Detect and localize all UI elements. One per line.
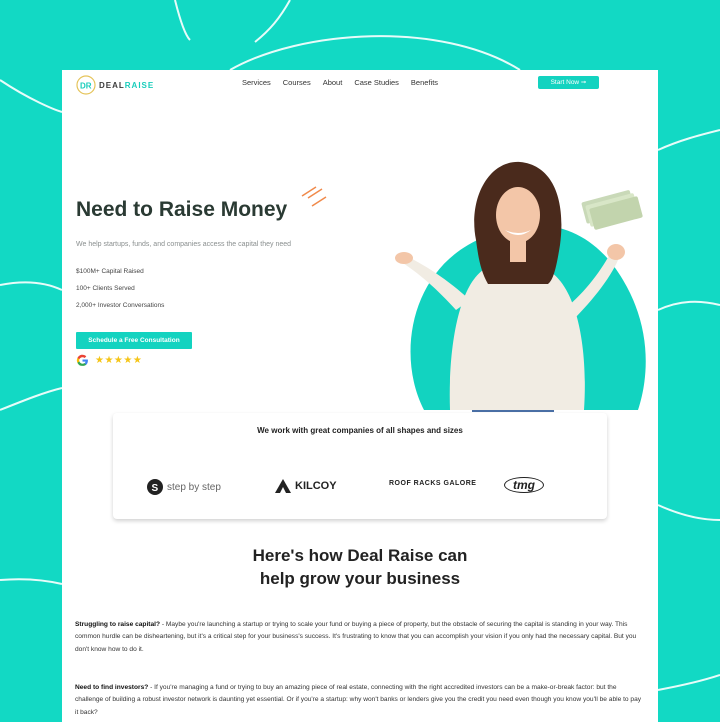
google-rating: ★★★★★ bbox=[76, 354, 142, 367]
google-icon bbox=[76, 354, 88, 366]
stat-investor-conversations: 2,000+ Investor Conversations bbox=[76, 302, 165, 309]
company-logos: S step by step KILCOY ROOF RACKS GALORE … bbox=[113, 475, 607, 499]
stat-capital-raised: $100M+ Capital Raised bbox=[76, 268, 144, 275]
logo-wordmark: DEALRAISE bbox=[99, 80, 155, 90]
hero-stats: $100M+ Capital Raised 100+ Clients Serve… bbox=[76, 268, 164, 319]
nav-case-studies[interactable]: Case Studies bbox=[354, 78, 399, 87]
logo-tmg: tmg bbox=[504, 477, 544, 493]
logo-step-by-step: S step by step bbox=[147, 479, 221, 495]
accent-strokes-icon bbox=[301, 186, 327, 207]
companies-heading: We work with great companies of all shap… bbox=[257, 426, 463, 435]
nav-services[interactable]: Services bbox=[242, 78, 271, 87]
paragraph-body: - If you're managing a fund or trying to… bbox=[75, 684, 642, 716]
kilcoy-icon bbox=[275, 479, 291, 493]
five-star-rating: ★★★★★ bbox=[95, 355, 143, 366]
top-navigation: DR DEALRAISE Services Courses About Case… bbox=[62, 70, 658, 100]
nav-courses[interactable]: Courses bbox=[283, 78, 311, 87]
schedule-consultation-button[interactable]: Schedule a Free Consultation bbox=[76, 332, 192, 349]
paragraph-raise-capital: Struggling to raise capital? - Maybe you… bbox=[75, 619, 645, 656]
svg-text:DR: DR bbox=[80, 82, 92, 91]
logo-kilcoy: KILCOY bbox=[275, 479, 337, 493]
stat-clients-served: 100+ Clients Served bbox=[76, 285, 135, 292]
hero-image bbox=[395, 161, 646, 412]
hero-title: Need to Raise Money bbox=[76, 198, 288, 221]
start-now-button[interactable]: Start Now ➞ bbox=[538, 76, 599, 89]
paragraph-body: - Maybe you're launching a startup or tr… bbox=[75, 621, 637, 653]
paragraph-heading: Struggling to raise capital? bbox=[75, 621, 160, 628]
nav-links: Services Courses About Case Studies Bene… bbox=[242, 78, 438, 87]
svg-text:S: S bbox=[152, 483, 159, 494]
section-title: Here's how Deal Raise can help grow your… bbox=[252, 546, 468, 588]
partner-companies-card: We work with great companies of all shap… bbox=[113, 413, 607, 519]
paragraph-heading: Need to find investors? bbox=[75, 684, 149, 691]
logo-roof-racks-galore: ROOF RACKS GALORE bbox=[389, 480, 477, 487]
paragraph-find-investors: Need to find investors? - If you're mana… bbox=[75, 682, 645, 719]
step-by-step-icon: S bbox=[147, 479, 163, 495]
brand-logo[interactable]: DR DEALRAISE bbox=[76, 75, 154, 95]
logo-mark-icon: DR bbox=[76, 75, 96, 95]
nav-about[interactable]: About bbox=[323, 78, 343, 87]
hero-subtitle: We help startups, funds, and companies a… bbox=[76, 241, 292, 248]
website-page: DR DEALRAISE Services Courses About Case… bbox=[62, 70, 658, 722]
nav-benefits[interactable]: Benefits bbox=[411, 78, 438, 87]
